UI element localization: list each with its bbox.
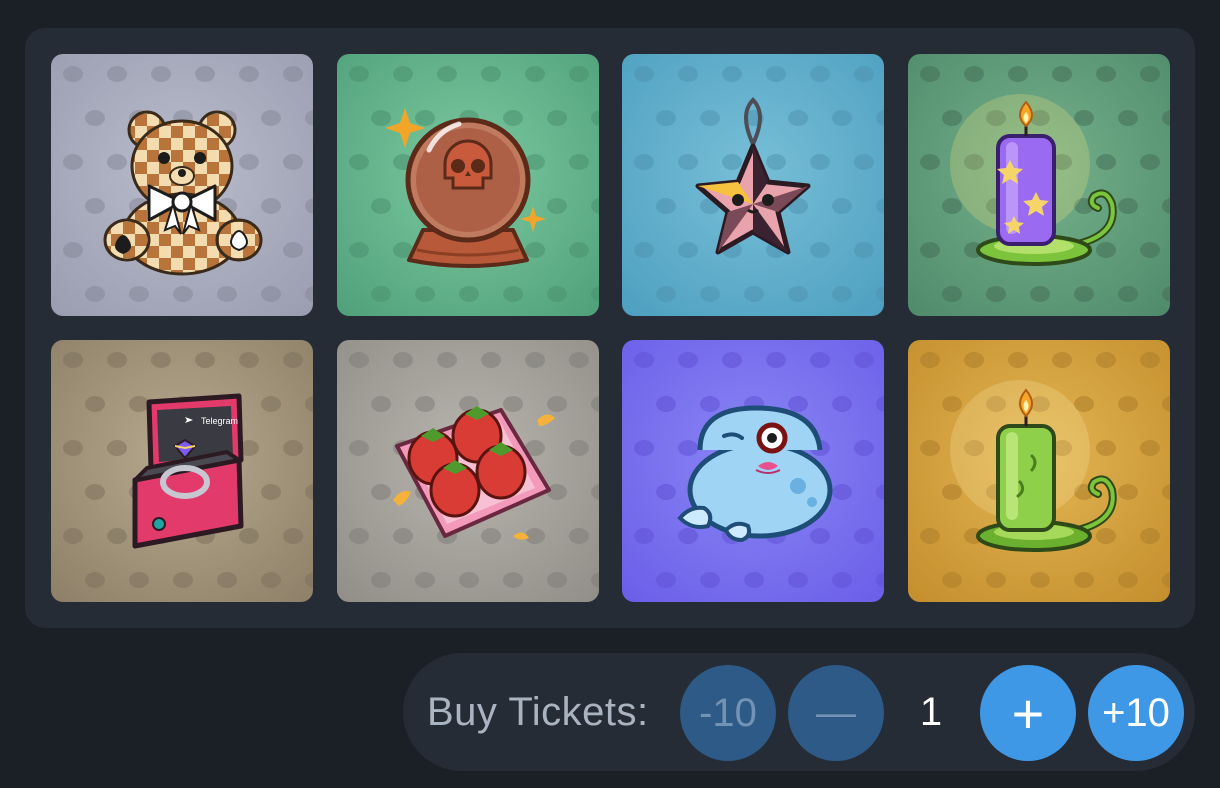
gift-tile-ring-box[interactable]: Telegram xyxy=(51,340,313,602)
minus-icon: — xyxy=(816,690,856,735)
buy-tickets-label: Buy Tickets: xyxy=(427,690,649,734)
skull-crystal-ball-icon xyxy=(385,108,546,268)
strawberry-box-icon xyxy=(393,406,555,540)
ring-box-icon: Telegram xyxy=(132,393,244,549)
star-ornament-icon xyxy=(695,97,811,255)
gift-tile-strawberry-box[interactable] xyxy=(337,340,599,602)
minus-button[interactable]: — xyxy=(788,665,884,761)
plus-ten-button[interactable]: +10 xyxy=(1088,665,1184,761)
ring-box-brand-text: Telegram xyxy=(201,416,238,426)
gift-tile-purple-candle[interactable] xyxy=(908,54,1170,316)
minus-ten-button[interactable]: -10 xyxy=(680,665,776,761)
blue-frog-icon xyxy=(677,405,833,543)
ticket-controls: Buy Tickets: -10 — 1 + +10 xyxy=(403,653,1195,771)
purple-candle-icon xyxy=(950,94,1117,266)
gift-tile-crystal-ball[interactable] xyxy=(337,54,599,316)
ticket-quantity: 1 xyxy=(919,690,943,734)
gift-tile-star-ornament[interactable] xyxy=(622,54,884,316)
gift-tile-teddy-bear[interactable] xyxy=(51,54,313,316)
checkered-teddy-bear-icon xyxy=(103,110,263,276)
plus-button[interactable]: + xyxy=(980,665,1076,761)
gift-grid: Telegram xyxy=(25,28,1195,628)
gift-tile-green-candle[interactable] xyxy=(908,340,1170,602)
gift-tile-blue-frog[interactable] xyxy=(622,340,884,602)
plus-icon: + xyxy=(1011,681,1045,745)
green-candle-icon xyxy=(950,380,1117,552)
